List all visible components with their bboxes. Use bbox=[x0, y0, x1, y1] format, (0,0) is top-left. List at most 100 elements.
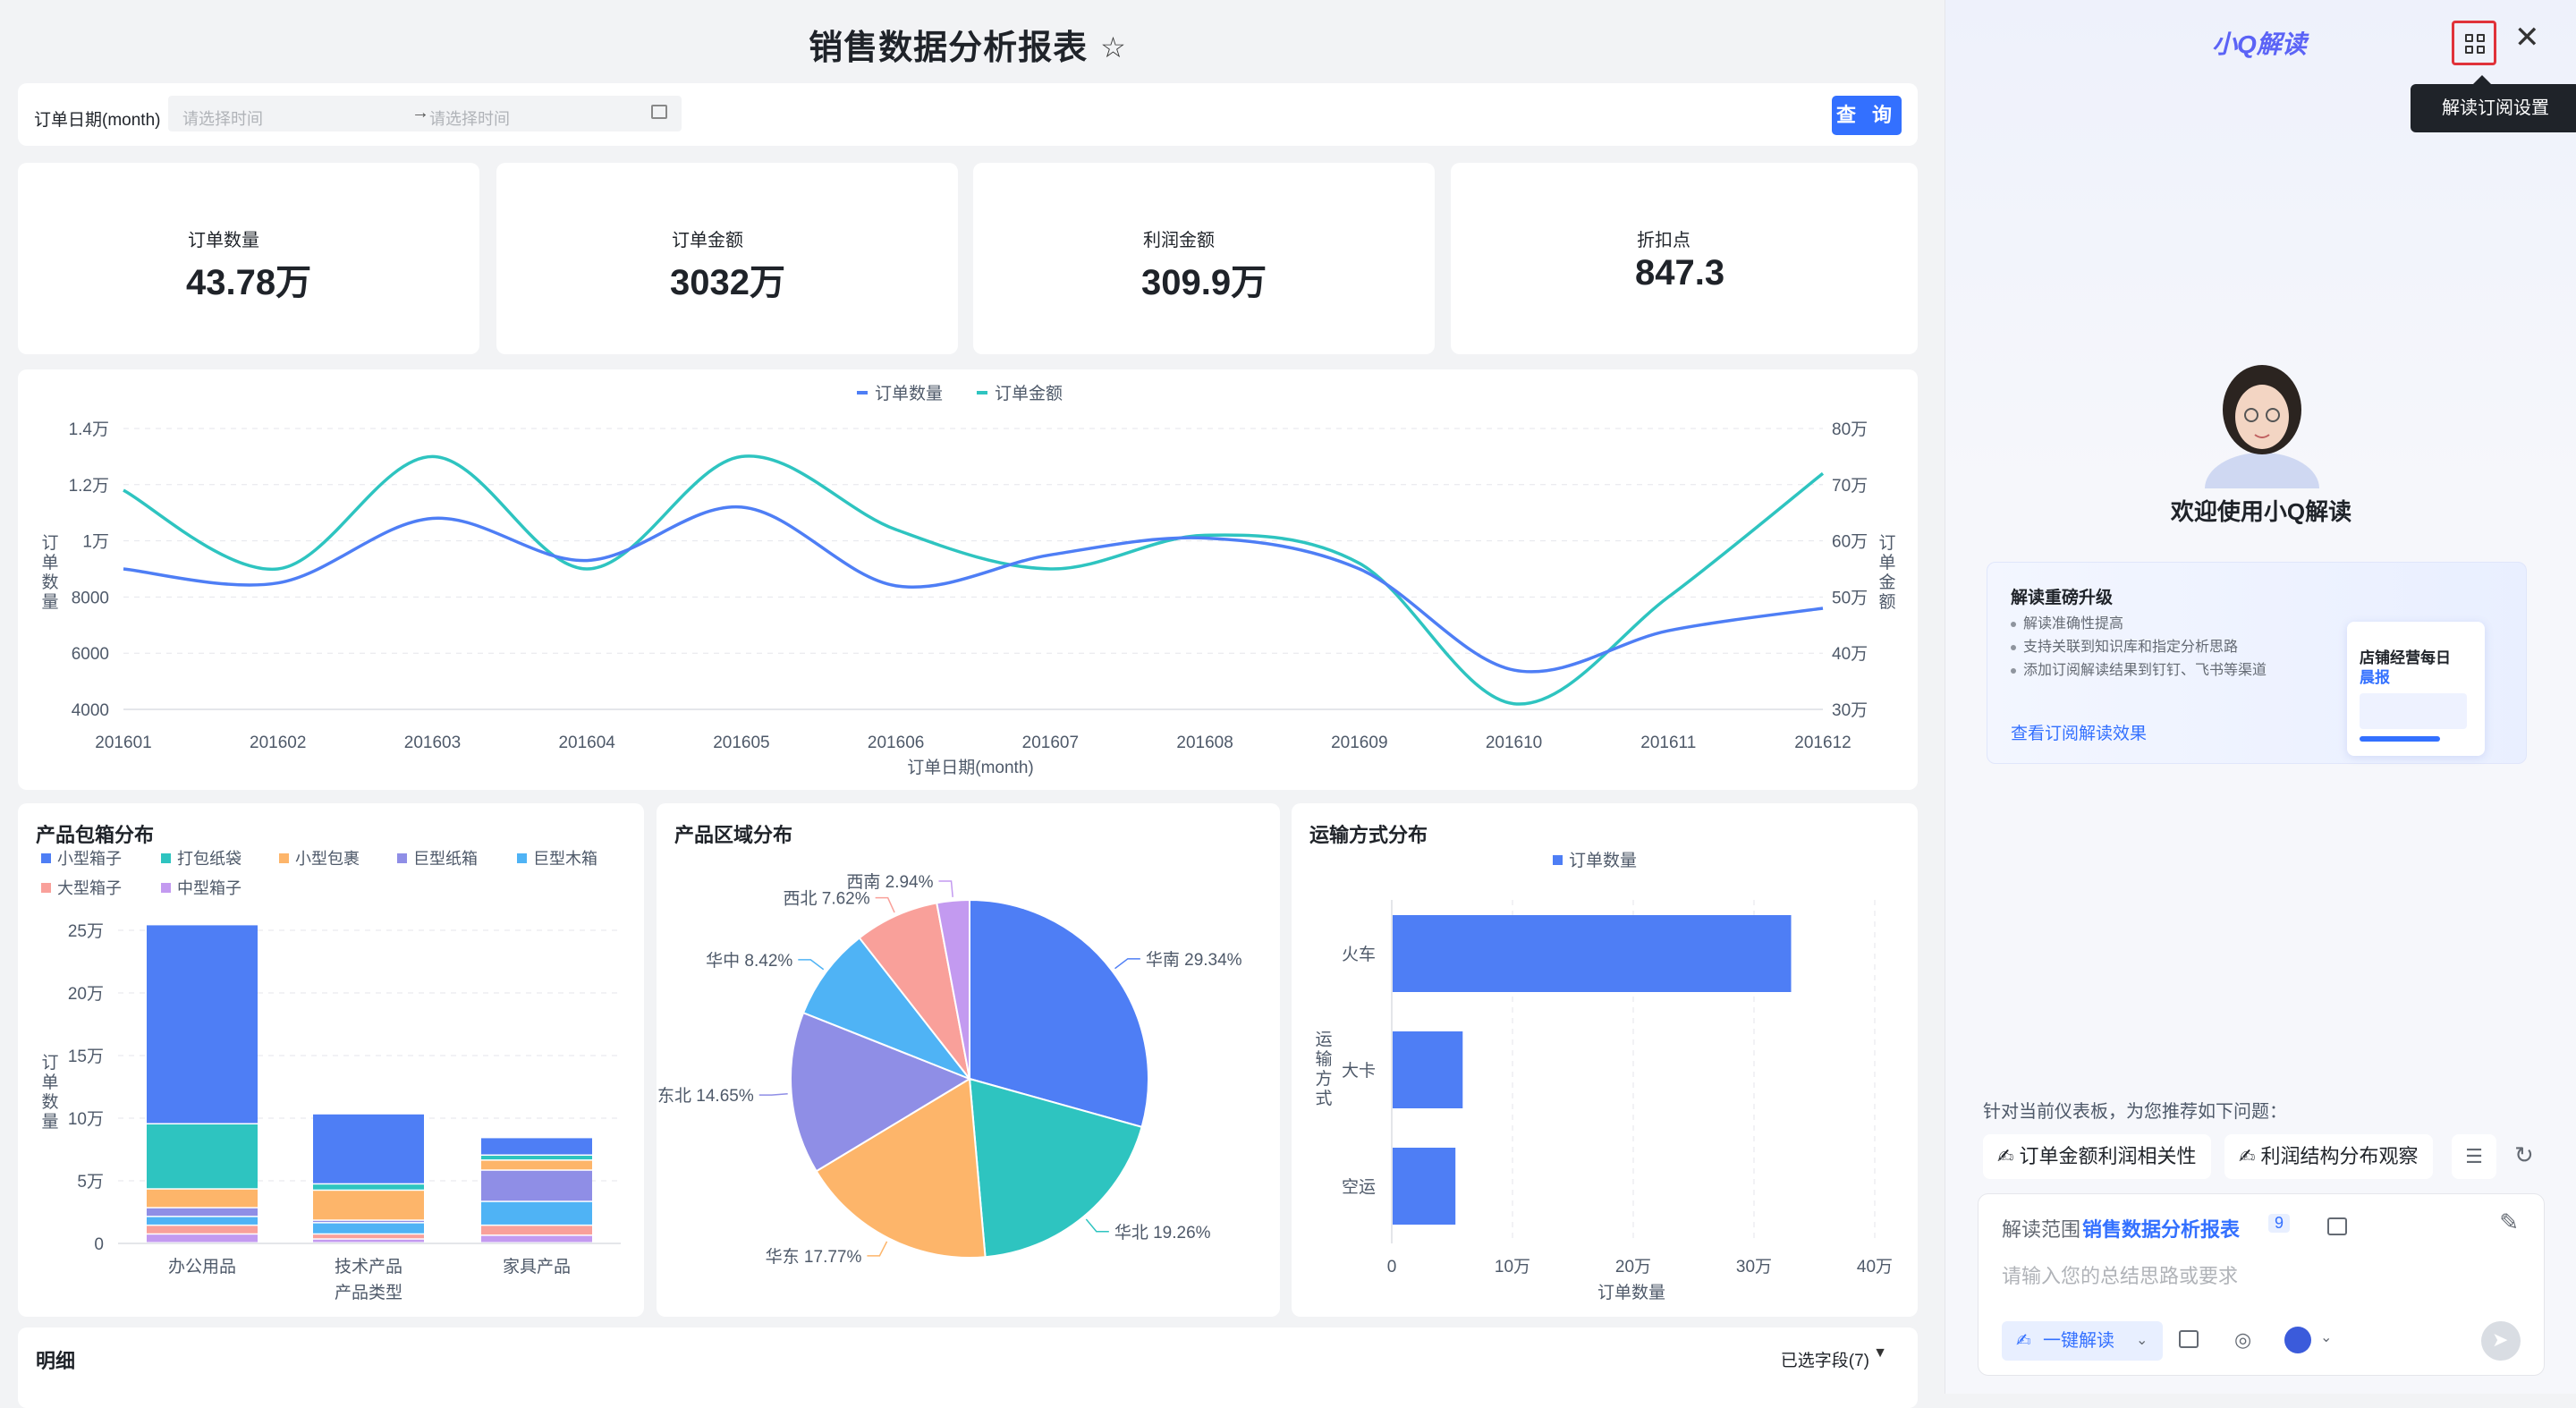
promo-card[interactable]: 解读重磅升级 解读准确性提高 支持关联到知识库和指定分析思路 添加订阅解读结果到… bbox=[1987, 562, 2527, 764]
line-chart: 订单数量 订单金额 1.4万1.2万1万800060004000 80万70万60… bbox=[41, 384, 1895, 777]
y-tick-label: 火车 bbox=[1342, 945, 1376, 964]
kpi-value: 847.3 bbox=[1635, 253, 1725, 293]
legend-label: 巨型纸箱 bbox=[413, 850, 478, 868]
y-axis-title-char: 量 bbox=[41, 1113, 58, 1132]
palette-icon[interactable]: ◎ bbox=[2234, 1328, 2251, 1352]
pie-leader-line bbox=[875, 896, 895, 913]
y-axis-title-char: 数 bbox=[41, 573, 58, 592]
pie-leader-line bbox=[938, 880, 953, 897]
y-axis-title-char: 输 bbox=[1315, 1049, 1332, 1069]
bar-segment bbox=[313, 1239, 424, 1243]
bar-segment bbox=[481, 1138, 592, 1155]
x-tick-label: 201604 bbox=[558, 734, 615, 752]
star-icon[interactable]: ☆ bbox=[1100, 30, 1127, 64]
bar-segment bbox=[481, 1156, 592, 1160]
send-button[interactable]: ➤ bbox=[2481, 1321, 2521, 1361]
filter-bar: 订单日期(month) 请选择时间 → 请选择时间 查 询 bbox=[18, 83, 1918, 146]
y-tick-label: 5万 bbox=[77, 1173, 104, 1192]
detail-card: 明细 已选字段(7) ▼ bbox=[18, 1327, 1918, 1408]
table-icon[interactable] bbox=[2327, 1217, 2347, 1235]
date-range-picker[interactable]: 请选择时间 → 请选择时间 bbox=[168, 96, 682, 131]
bar-segment bbox=[147, 1208, 258, 1217]
promo-item: 解读准确性提高 bbox=[2011, 613, 2309, 636]
grid-settings-button[interactable] bbox=[2452, 21, 2496, 65]
legend-label: 订单数量 bbox=[1569, 851, 1637, 870]
suggest-chip[interactable]: ✍ 利润结构分布观察 bbox=[2224, 1134, 2433, 1179]
y-axis-title-char: 订 bbox=[41, 1053, 58, 1073]
list-icon[interactable]: ☰ bbox=[2452, 1134, 2496, 1179]
x-tick-label: 201603 bbox=[404, 734, 461, 752]
chip-label: 订单金额利润相关性 bbox=[2019, 1145, 2197, 1167]
y-tick-label: 15万 bbox=[68, 1048, 104, 1066]
y-tick-label: 1.4万 bbox=[69, 420, 109, 439]
y-tick-label: 10万 bbox=[68, 1110, 104, 1129]
hbar-card: 运输方式分布 订单数量 0 10万 20万 30万 40万 火车 大卡 空运运输方式 订单数量 bbox=[1292, 803, 1918, 1317]
scope-label: 解读范围 bbox=[2002, 1218, 2081, 1241]
end-date-input[interactable]: 请选择时间 bbox=[429, 106, 510, 130]
x-tick-label: 201602 bbox=[250, 734, 306, 752]
y-tick-label: 空运 bbox=[1342, 1177, 1376, 1197]
y2-axis-title-char: 额 bbox=[1878, 592, 1895, 612]
y-tick-label: 6000 bbox=[72, 645, 109, 664]
bar-segment bbox=[147, 1217, 258, 1225]
chevron-down-icon[interactable]: ⌄ bbox=[2320, 1328, 2332, 1346]
kpi-card: 订单数量 43.78万 bbox=[18, 163, 479, 354]
x-tick-label: 办公用品 bbox=[168, 1257, 236, 1277]
y-axis-title-char: 单 bbox=[41, 1073, 58, 1092]
y-tick-label: 1.2万 bbox=[69, 477, 109, 496]
kpi-label: 利润金额 bbox=[1143, 231, 1215, 250]
refresh-icon[interactable]: ↻ bbox=[2514, 1141, 2534, 1169]
suggest-label: 针对当前仪表板，为您推荐如下问题： bbox=[1983, 1102, 2287, 1122]
welcome-text: 欢迎使用小Q解读 bbox=[2170, 498, 2352, 525]
model-icon[interactable] bbox=[2284, 1327, 2311, 1353]
promo-preview-image: 店铺经营每日 晨报 bbox=[2347, 622, 2485, 756]
legend-label: 订单金额 bbox=[995, 384, 1063, 403]
grid-icon bbox=[2465, 46, 2473, 54]
calendar-icon bbox=[651, 105, 667, 119]
bar bbox=[1393, 1148, 1456, 1225]
book-icon[interactable] bbox=[2179, 1330, 2199, 1348]
selected-fields-dropdown[interactable]: 已选字段(7) bbox=[1781, 1347, 1869, 1371]
stacked-bar-card: 产品包箱分布 小型箱子 打包纸袋 小型包裹 巨型纸箱 巨型木箱 大型箱子 中型箱子 25万 2… bbox=[18, 803, 644, 1317]
bar-segment bbox=[147, 1226, 258, 1234]
legend-swatch bbox=[1553, 855, 1563, 865]
bar-segment bbox=[313, 1234, 424, 1239]
filter-label: 订单日期(month) bbox=[34, 111, 161, 130]
scope-value[interactable]: 销售数据分析报表 bbox=[2082, 1214, 2240, 1243]
caret-down-icon[interactable]: ▼ bbox=[1873, 1345, 1887, 1361]
x-tick-label: 201608 bbox=[1176, 734, 1233, 752]
start-date-input[interactable]: 请选择时间 bbox=[182, 106, 263, 130]
bar bbox=[1393, 915, 1792, 992]
legend-swatch bbox=[161, 853, 171, 863]
pie-leader-line bbox=[1085, 1218, 1109, 1233]
kpi-card: 订单金额 3032万 bbox=[496, 163, 958, 354]
x-tick-label: 20万 bbox=[1615, 1258, 1651, 1277]
pie-label: 华中 8.42% bbox=[706, 951, 792, 971]
grid-icon bbox=[2465, 34, 2473, 42]
summary-input[interactable]: 请输入您的总结思路或要求 bbox=[2002, 1260, 2238, 1289]
y2-tick-label: 40万 bbox=[1832, 645, 1868, 664]
x-tick-label: 技术产品 bbox=[335, 1257, 402, 1277]
ai-panel: 小Q解读 ✕ 解读订阅设置 欢迎使用小Q解读 解读重磅升级 解读准确性提高 支持… bbox=[1945, 0, 2576, 1394]
close-icon[interactable]: ✕ bbox=[2514, 20, 2540, 55]
query-button[interactable]: 查 询 bbox=[1832, 96, 1902, 135]
promo-preview-subtitle: 晨报 bbox=[2360, 669, 2390, 686]
y2-tick-label: 30万 bbox=[1832, 701, 1868, 720]
kpi-card: 折扣点 847.3 bbox=[1451, 163, 1918, 354]
y-tick-label: 1万 bbox=[82, 533, 109, 552]
y-axis-title-char: 量 bbox=[41, 593, 58, 612]
edit-icon[interactable]: ✎ bbox=[2499, 1209, 2519, 1236]
chevron-down-icon[interactable]: ⌄ bbox=[2136, 1321, 2148, 1361]
promo-item: 添加订阅解读结果到钉钉、飞书等渠道 bbox=[2011, 659, 2292, 683]
hbar-chart: 订单数量 0 10万 20万 30万 40万 火车大卡空运 运输方式 订单数量 bbox=[1315, 851, 1893, 1302]
panel-brand: 小Q解读 bbox=[2212, 30, 2307, 58]
x-tick-label: 家具产品 bbox=[503, 1257, 571, 1277]
bar-segment bbox=[481, 1235, 592, 1243]
one-click-button[interactable]: ✍ 一键解读 ⌄ bbox=[2002, 1321, 2163, 1361]
x-tick-label: 201609 bbox=[1331, 734, 1387, 752]
kpi-value: 309.9万 bbox=[1141, 263, 1267, 302]
suggest-chip[interactable]: ✍ 订单金额利润相关性 bbox=[1983, 1134, 2211, 1179]
promo-link[interactable]: 查看订阅解读效果 bbox=[2011, 720, 2147, 744]
magic-icon: ✍ bbox=[2016, 1331, 2031, 1351]
tooltip: 解读订阅设置 bbox=[2411, 75, 2576, 132]
